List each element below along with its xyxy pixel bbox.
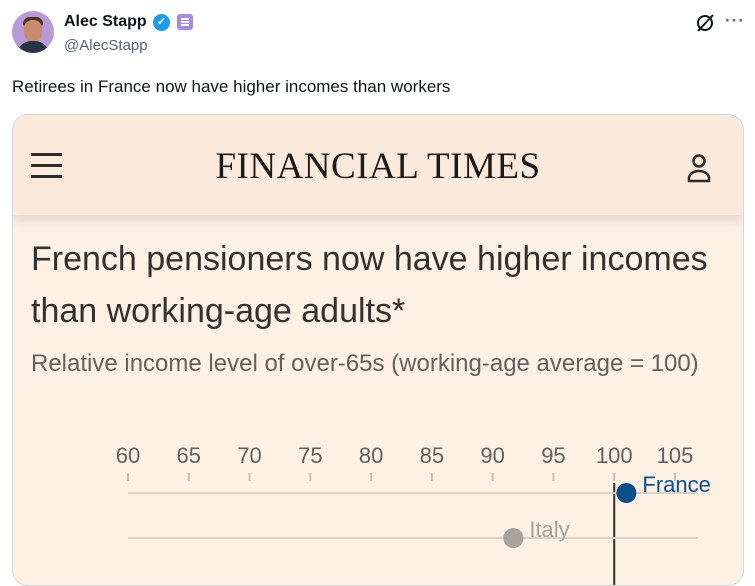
user-icon: [687, 154, 711, 183]
media-card[interactable]: FINANCIAL TIMES French pensioners now ha…: [12, 114, 744, 586]
data-point-italy: [503, 528, 524, 548]
verified-badge-icon[interactable]: ✓: [153, 14, 170, 31]
dot-chart: 60 65 70 75 80 85 90 95 100 105 France Italy: [116, 443, 711, 585]
data-point-france: [616, 483, 637, 503]
ft-header: FINANCIAL TIMES: [13, 115, 743, 215]
x-tick-label: 65: [177, 443, 201, 468]
avatar[interactable]: [12, 11, 54, 53]
x-tick-label: 105: [657, 443, 694, 468]
series-label-italy: Italy: [529, 517, 569, 542]
author-handle[interactable]: @AlecStapp: [64, 36, 148, 56]
x-tick-label: 80: [359, 443, 383, 468]
author-name[interactable]: Alec Stapp: [64, 12, 147, 32]
subscription-badge-icon[interactable]: [177, 14, 193, 30]
chart-subtitle: Relative income level of over-65s (worki…: [31, 350, 699, 377]
x-tick-label: 100: [596, 443, 633, 468]
x-tick-label: 90: [480, 443, 504, 468]
tweet-text: Retirees in France now have higher incom…: [12, 77, 451, 96]
article-headline: French pensioners now have higher income…: [31, 240, 708, 330]
ft-logo: FINANCIAL TIMES: [215, 146, 541, 187]
x-tick-label: 75: [298, 443, 322, 468]
grok-icon[interactable]: [694, 12, 716, 34]
more-options-icon[interactable]: ···: [725, 11, 745, 31]
x-tick-label: 95: [541, 443, 565, 468]
series-label-france: France: [642, 472, 710, 497]
x-tick-label: 70: [237, 443, 261, 468]
x-tick-label: 85: [420, 443, 444, 468]
x-tick-label: 60: [116, 443, 140, 468]
